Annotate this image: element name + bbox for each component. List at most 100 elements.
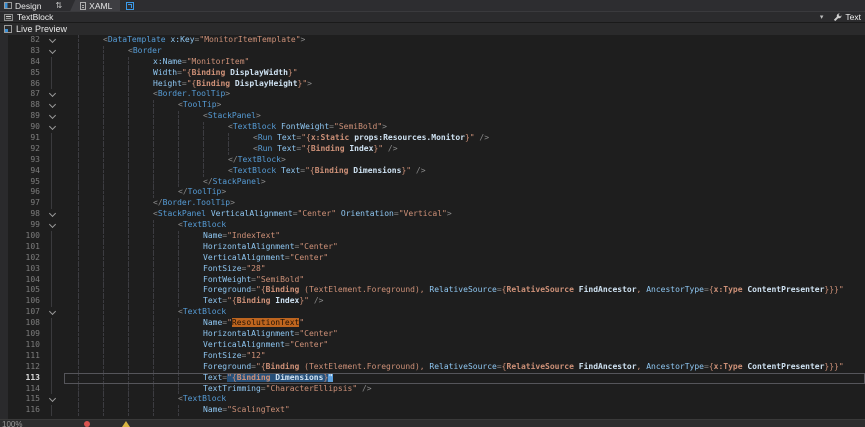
indent-guide (78, 46, 103, 57)
code-line[interactable]: 109HorizontalAlignment="Center" (8, 329, 865, 340)
indent-guide (128, 89, 153, 100)
code-line[interactable]: 107<TextBlock (8, 307, 865, 318)
fold-chevron-icon[interactable] (40, 209, 64, 220)
code-line[interactable]: 87<Border.ToolTip> (8, 89, 865, 100)
fold-chevron-icon[interactable] (40, 100, 64, 111)
code-line[interactable]: 112Foreground="{Binding (TextElement.For… (8, 362, 865, 373)
line-number: 102 (8, 253, 40, 264)
indent-guide (178, 242, 203, 253)
code-line[interactable]: 106Text="{Binding Index}" /> (8, 296, 865, 307)
line-number: 113 (8, 373, 40, 384)
fold-guide (40, 253, 64, 264)
indent-guide (103, 231, 128, 242)
code-line[interactable]: 102VerticalAlignment="Center" (8, 253, 865, 264)
code-line[interactable]: 92<Run Text="{Binding Index}" /> (8, 144, 865, 155)
code-text: <ToolTip> (178, 100, 221, 111)
code-line[interactable]: 103FontSize="28" (8, 264, 865, 275)
code-line[interactable]: 98<StackPanel VerticalAlignment="Center"… (8, 209, 865, 220)
tab-design[interactable]: Design (0, 0, 47, 11)
breadcrumb-element[interactable]: TextBlock (17, 12, 53, 22)
fold-chevron-icon[interactable] (40, 122, 64, 133)
breadcrumb-property[interactable]: Text (845, 12, 861, 22)
code-text: <StackPanel> (203, 111, 261, 122)
code-line[interactable]: 83<Border (8, 46, 865, 57)
indent-guide (153, 166, 178, 177)
code-text: Name="ResolutionText" (203, 318, 304, 329)
zoom-level[interactable]: 100% (2, 420, 22, 427)
fold-chevron-icon[interactable] (40, 35, 64, 46)
indent-guide (203, 155, 228, 166)
code-editor[interactable]: 82<DataTemplate x:Key="MonitorItemTempla… (0, 35, 865, 419)
indent-guide (128, 394, 153, 405)
indent-guide (78, 351, 103, 362)
indent-guide (128, 177, 153, 188)
code-line[interactable]: 90<TextBlock FontWeight="SemiBold"> (8, 122, 865, 133)
open-new-window-icon[interactable] (126, 2, 134, 10)
indent-guide (153, 253, 178, 264)
fold-guide (40, 166, 64, 177)
code-text: TextTrimming="CharacterEllipsis" /> (203, 384, 372, 395)
code-line[interactable]: 114TextTrimming="CharacterEllipsis" /> (8, 384, 865, 395)
code-line[interactable]: 116Name="ScalingText" (8, 405, 865, 416)
indent-guide (178, 133, 203, 144)
fold-guide (40, 405, 64, 416)
code-line[interactable]: 108Name="ResolutionText" (8, 318, 865, 329)
code-line[interactable]: 89<StackPanel> (8, 111, 865, 122)
indent-guide (203, 122, 228, 133)
code-line[interactable]: 88<ToolTip> (8, 100, 865, 111)
code-line[interactable]: 82<DataTemplate x:Key="MonitorItemTempla… (8, 35, 865, 46)
indent-guide (128, 405, 153, 416)
code-line[interactable]: 95</StackPanel> (8, 177, 865, 188)
indent-guide (103, 68, 128, 79)
indent-guide (78, 307, 103, 318)
indent-guide (103, 57, 128, 68)
code-line[interactable]: 115<TextBlock (8, 394, 865, 405)
code-line[interactable]: 86Height="{Binding DisplayHeight}"> (8, 79, 865, 90)
indent-guide (178, 405, 203, 416)
code-line[interactable]: 100Name="IndexText" (8, 231, 865, 242)
swap-panes-icon[interactable]: ⇅ (55, 1, 62, 10)
fold-chevron-icon[interactable] (40, 89, 64, 100)
line-number: 106 (8, 296, 40, 307)
fold-guide (40, 144, 64, 155)
errors-icon[interactable] (84, 421, 90, 427)
indent-guide (178, 285, 203, 296)
code-line[interactable]: 84x:Name="MonitorItem" (8, 57, 865, 68)
fold-chevron-icon[interactable] (40, 220, 64, 231)
fold-chevron-icon[interactable] (40, 307, 64, 318)
indent-guide (128, 166, 153, 177)
code-line[interactable]: 104FontWeight="SemiBold" (8, 275, 865, 286)
breadcrumb-bar: TextBlock ▾ Text (0, 11, 865, 22)
code-line[interactable]: 85Width="{Binding DisplayWidth}" (8, 68, 865, 79)
code-line[interactable]: 94<TextBlock Text="{Binding Dimensions}"… (8, 166, 865, 177)
code-line[interactable]: 99<TextBlock (8, 220, 865, 231)
indent-guide (78, 340, 103, 351)
code-line[interactable]: 93</TextBlock> (8, 155, 865, 166)
fold-guide (40, 231, 64, 242)
chevron-down-icon[interactable]: ▾ (820, 13, 824, 21)
code-line[interactable]: 96</ToolTip> (8, 187, 865, 198)
code-line[interactable]: 97</Border.ToolTip> (8, 198, 865, 209)
fold-chevron-icon[interactable] (40, 111, 64, 122)
code-line[interactable]: 113Text="{Binding Dimensions}" (8, 373, 865, 384)
code-line[interactable]: 111FontSize="12" (8, 351, 865, 362)
fold-chevron-icon[interactable] (40, 46, 64, 57)
code-text: FontSize="12" (203, 351, 266, 362)
code-line[interactable]: 105Foreground="{Binding (TextElement.For… (8, 285, 865, 296)
fold-chevron-icon[interactable] (40, 394, 64, 405)
code-text: Height="{Binding DisplayHeight}"> (153, 79, 312, 90)
editor-mode-bar: Design ⇅ XAML (0, 0, 865, 11)
code-line[interactable]: 91<Run Text="{x:Static props:Resources.M… (8, 133, 865, 144)
code-text: </TextBlock> (228, 155, 286, 166)
indent-guide (128, 231, 153, 242)
warnings-icon[interactable] (122, 421, 130, 427)
indent-guide (153, 220, 178, 231)
live-preview-icon (4, 25, 12, 33)
indent-guide (178, 318, 203, 329)
tab-xaml[interactable]: XAML (70, 0, 120, 11)
code-text: </StackPanel> (203, 177, 266, 188)
code-line[interactable]: 101HorizontalAlignment="Center" (8, 242, 865, 253)
code-line[interactable]: 110VerticalAlignment="Center" (8, 340, 865, 351)
line-number: 87 (8, 89, 40, 100)
live-preview-bar[interactable]: Live Preview (0, 22, 865, 35)
